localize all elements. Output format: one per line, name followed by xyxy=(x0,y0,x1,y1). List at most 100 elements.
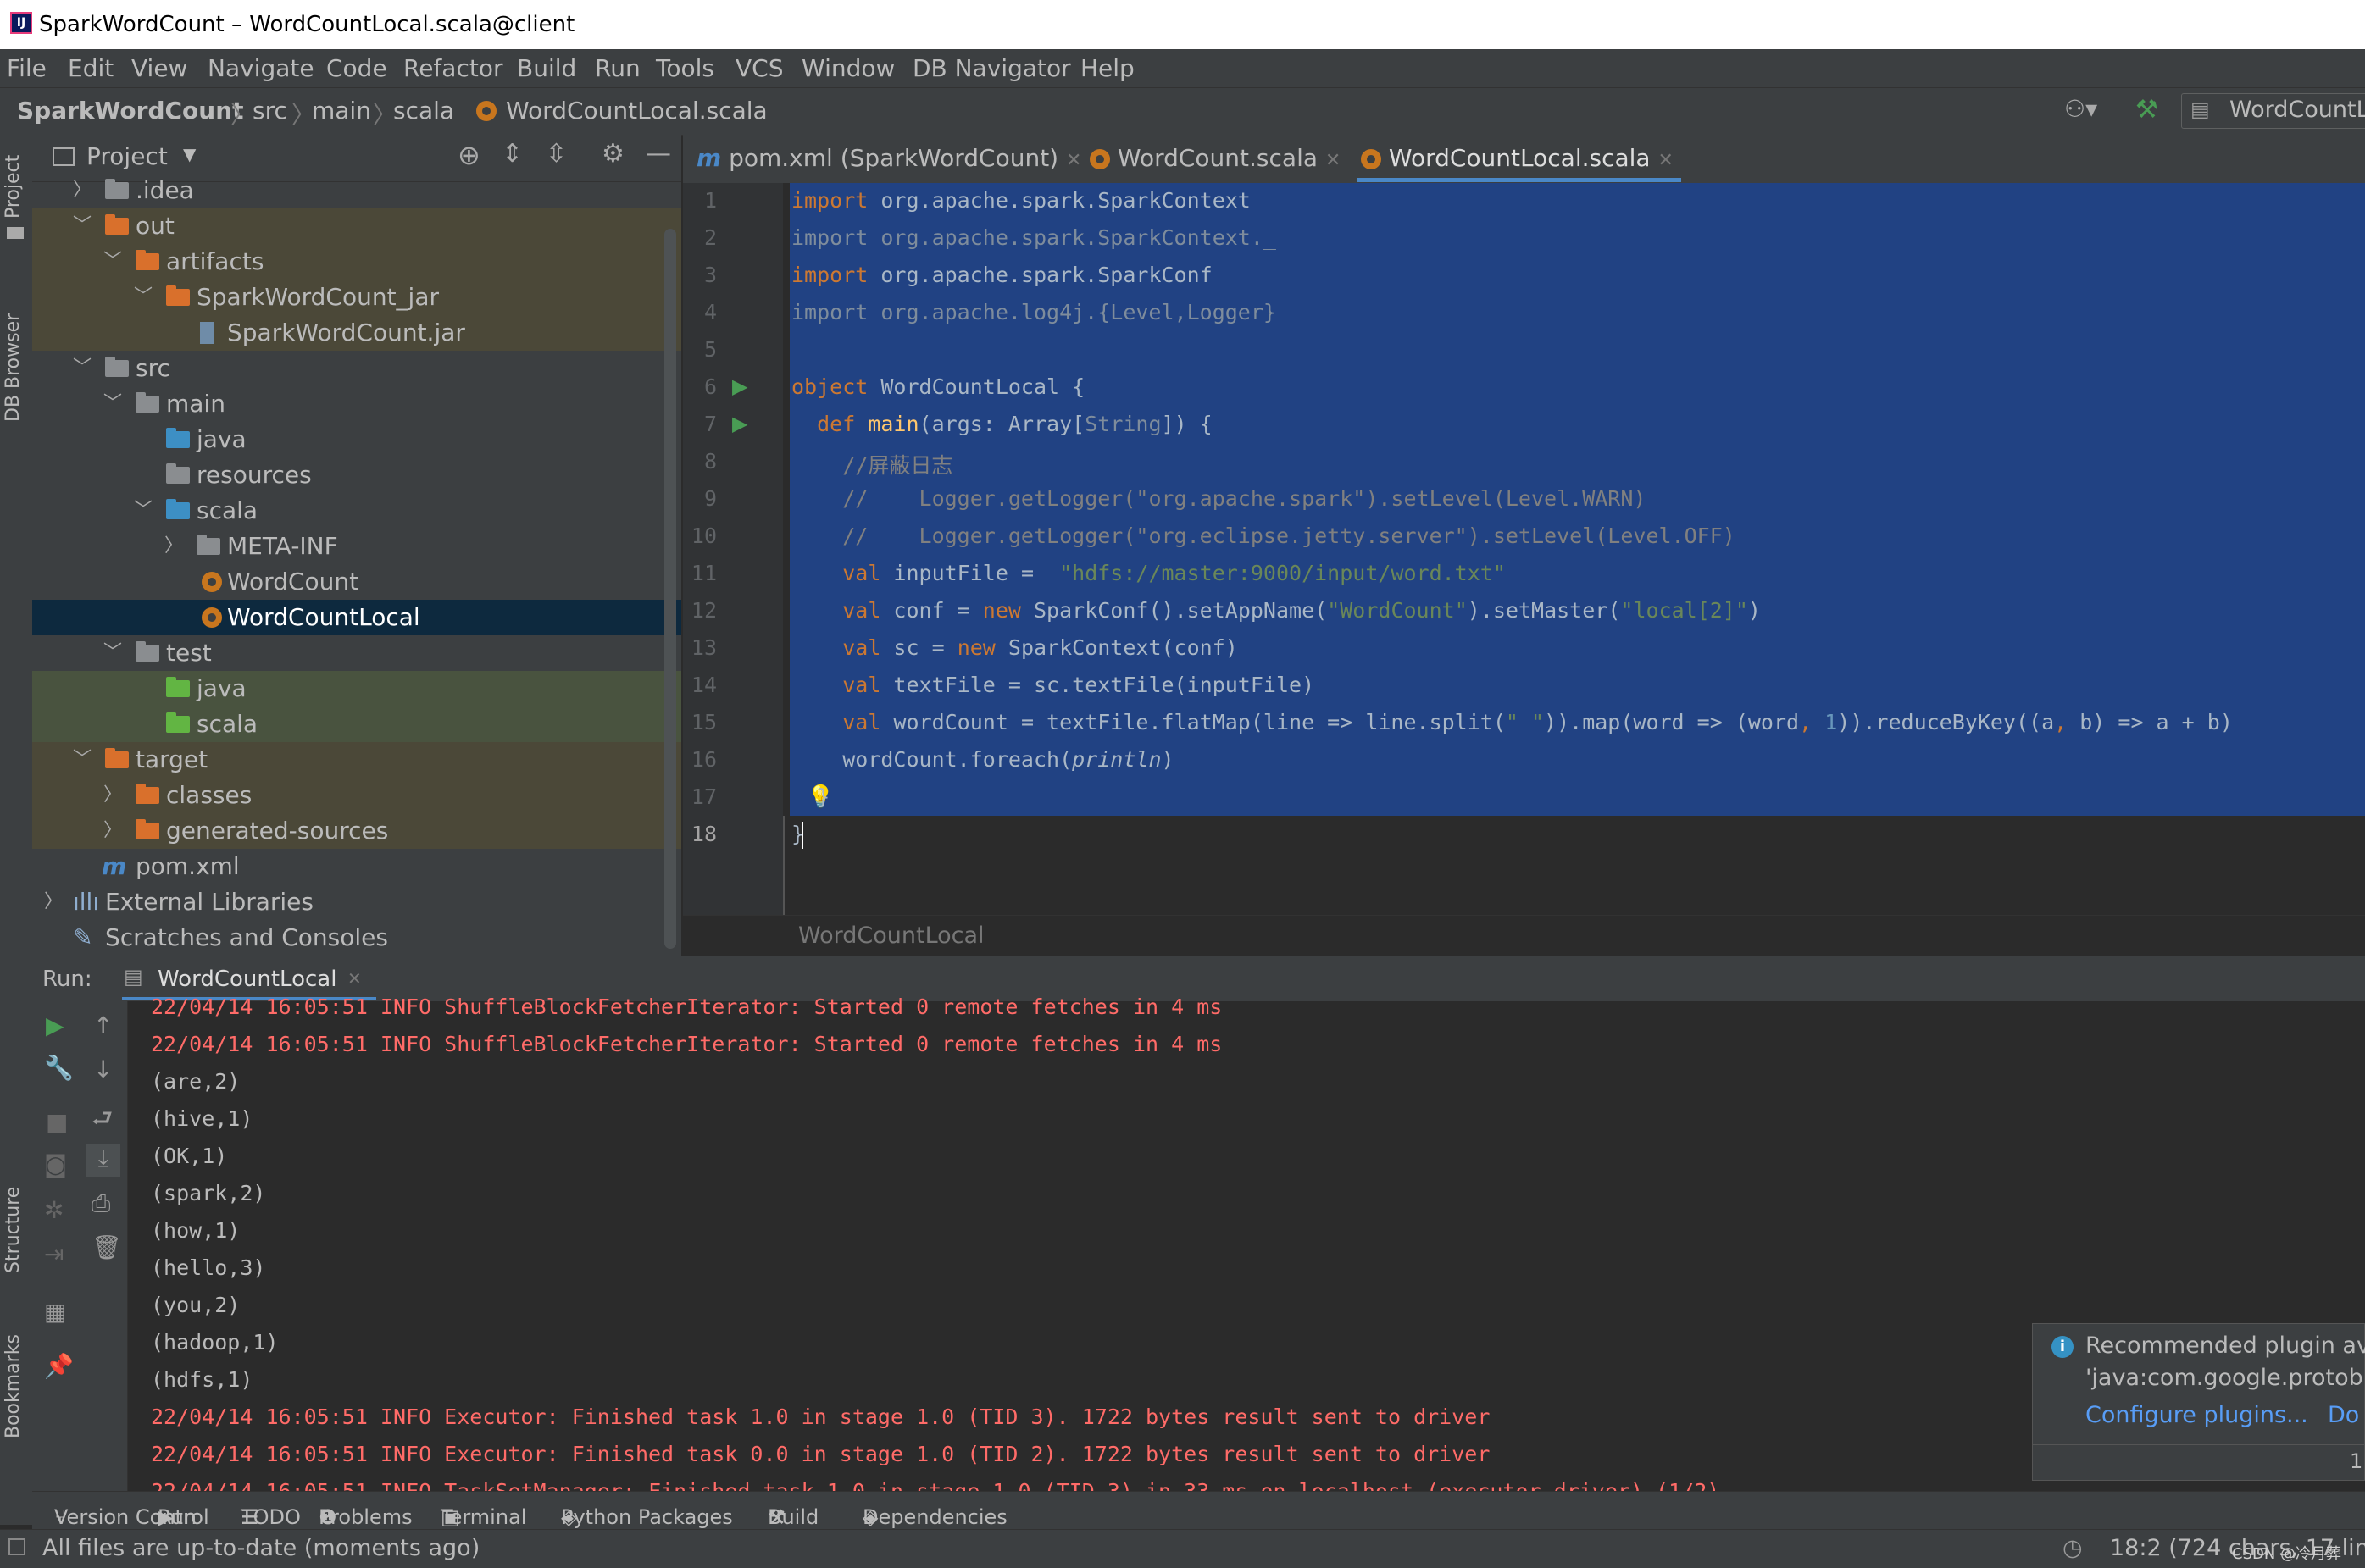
tree-item-sparkwordcount-jar-folder[interactable]: ﹀ SparkWordCount_jar xyxy=(32,280,681,315)
tree-item-generated-sources[interactable]: 〉 generated-sources xyxy=(32,813,681,849)
tree-item-sparkwordcount-jar[interactable]: SparkWordCount.jar xyxy=(32,315,681,351)
menu-tools[interactable]: Tools xyxy=(656,54,714,82)
gear-icon[interactable]: ⚙ xyxy=(602,139,625,169)
clock-icon: ◷ xyxy=(2062,1535,2083,1561)
breadcrumb-scala[interactable]: scala xyxy=(393,97,454,125)
close-icon[interactable]: ✕ xyxy=(1066,150,1081,171)
menu-run[interactable]: Run xyxy=(595,54,641,82)
breadcrumb-main[interactable]: main xyxy=(312,97,371,125)
menu-view[interactable]: View xyxy=(131,54,187,82)
scratches-icon: ✎ xyxy=(73,923,93,951)
project-tool-tab[interactable]: Project xyxy=(3,155,24,219)
menu-navigate[interactable]: Navigate xyxy=(208,54,314,82)
menu-window[interactable]: Window xyxy=(802,54,895,82)
build-hammer-icon[interactable]: ⚒ xyxy=(2135,95,2158,125)
folder-icon xyxy=(136,250,159,270)
tree-item-idea[interactable]: 〉 .idea xyxy=(32,173,681,208)
menu-refactor[interactable]: Refactor xyxy=(403,54,502,82)
collapse-all-icon[interactable]: ⇳ xyxy=(546,139,567,169)
run-config-selector[interactable]: ▤ WordCountL xyxy=(2181,93,2365,129)
menu-code[interactable]: Code xyxy=(326,54,387,82)
stop-icon[interactable]: ■ xyxy=(46,1108,68,1136)
tab-wordcount-scala[interactable]: WordCount.scala ✕ xyxy=(1090,144,1341,172)
breadcrumb-project[interactable]: SparkWordCount xyxy=(17,97,244,125)
tab-wordcountlocal-scala[interactable]: WordCountLocal.scala ✕ xyxy=(1361,144,1674,172)
tree-item-scala[interactable]: ﹀ scala xyxy=(32,493,681,529)
tree-item-src[interactable]: ﹀ src xyxy=(32,351,681,386)
tree-item-resources[interactable]: resources xyxy=(32,457,681,493)
project-view-title[interactable]: Project xyxy=(86,142,168,170)
line-number: 5 xyxy=(703,337,717,362)
db-browser-tool-tab[interactable]: DB Browser xyxy=(3,313,24,422)
hide-icon[interactable]: — xyxy=(646,139,671,169)
locate-target-icon[interactable]: ⊕ xyxy=(458,139,480,171)
window-title: SparkWordCount – WordCountLocal.scala@cl… xyxy=(39,12,575,37)
tree-item-java[interactable]: java xyxy=(32,422,681,457)
folder-icon xyxy=(105,179,129,199)
notification-action-link[interactable]: Do xyxy=(2328,1402,2359,1428)
structure-breadcrumb[interactable]: WordCountLocal xyxy=(798,923,985,949)
configure-plugins-link[interactable]: Configure plugins... xyxy=(2085,1402,2308,1428)
tree-item-out[interactable]: ﹀ out xyxy=(32,208,681,244)
expand-all-icon[interactable]: ⇕ xyxy=(502,139,523,169)
folder-icon xyxy=(136,392,159,413)
tree-item-meta-inf[interactable]: 〉 META-INF xyxy=(32,529,681,564)
tab-pom-xml[interactable]: m pom.xml (SparkWordCount) ✕ xyxy=(697,144,1081,172)
console-line: 22/04/14 16:05:51 INFO Executor: Finishe… xyxy=(151,1442,1491,1466)
rerun-icon[interactable]: ▶ xyxy=(46,1011,64,1039)
breadcrumb-file[interactable]: WordCountLocal.scala xyxy=(506,97,768,125)
tree-item-test-java[interactable]: java xyxy=(32,671,681,706)
trash-icon[interactable]: 🗑 xyxy=(92,1233,122,1261)
breadcrumb-src[interactable]: src xyxy=(253,97,287,125)
folder-icon xyxy=(136,819,159,839)
arrow-down-icon[interactable]: ↓ xyxy=(93,1055,113,1083)
tree-item-external-libraries[interactable]: 〉 ıllı External Libraries xyxy=(32,884,681,920)
console-line: 22/04/14 16:05:51 INFO ShuffleBlockFetch… xyxy=(151,995,1223,1019)
scroll-to-end-icon[interactable]: ⤓ xyxy=(86,1144,120,1177)
tree-item-pom-xml[interactable]: m pom.xml xyxy=(32,849,681,884)
run-config-icon: ▤ xyxy=(124,965,143,989)
menu-build[interactable]: Build xyxy=(517,54,576,82)
console-line: (are,2) xyxy=(151,1069,241,1094)
menu-help[interactable]: Help xyxy=(1080,54,1135,82)
camera-icon[interactable]: ◙ xyxy=(44,1150,67,1178)
status-window-icon[interactable] xyxy=(8,1538,25,1555)
print-icon[interactable]: ⎙ xyxy=(92,1189,110,1218)
tree-item-scratches[interactable]: ✎ Scratches and Consoles xyxy=(32,920,681,956)
tree-item-wordcountlocal[interactable]: WordCountLocal xyxy=(32,600,681,635)
menu-file[interactable]: File xyxy=(7,54,47,82)
run-tab-label[interactable]: WordCountLocal xyxy=(158,967,336,992)
soft-wrap-icon[interactable]: ⮐ xyxy=(92,1101,113,1142)
title-bar: IJ SparkWordCount – WordCountLocal.scala… xyxy=(0,0,2365,49)
tree-item-target[interactable]: ﹀ target xyxy=(32,742,681,778)
user-icon[interactable]: ⚇▾ xyxy=(2064,95,2097,123)
code-line: val inputFile = "hdfs://master:9000/inpu… xyxy=(842,561,1506,585)
tree-item-test-scala[interactable]: scala xyxy=(32,706,681,742)
tree-item-test[interactable]: ﹀ test xyxy=(32,635,681,671)
run-gutter-icon[interactable]: ▶ xyxy=(732,412,747,435)
menu-vcs[interactable]: VCS xyxy=(736,54,783,82)
pin-icon[interactable]: 📌 xyxy=(44,1352,74,1380)
structure-tool-tab[interactable]: Structure xyxy=(3,1187,24,1273)
run-gutter-icon[interactable]: ▶ xyxy=(732,374,747,398)
menu-edit[interactable]: Edit xyxy=(68,54,114,82)
tree-item-main[interactable]: ﹀ main xyxy=(32,386,681,422)
close-icon[interactable]: ✕ xyxy=(1657,150,1673,171)
code-line: val wordCount = textFile.flatMap(line =>… xyxy=(842,710,2233,734)
tree-item-classes[interactable]: 〉 classes xyxy=(32,778,681,813)
close-icon[interactable]: ✕ xyxy=(1325,150,1341,171)
code-line: val textFile = sc.textFile(inputFile) xyxy=(842,673,1315,697)
bookmarks-tool-tab[interactable]: Bookmarks xyxy=(3,1334,24,1438)
arrow-up-icon[interactable]: ↑ xyxy=(93,1011,113,1039)
layout-icon[interactable]: ▦ xyxy=(44,1298,66,1326)
close-icon[interactable]: ✕ xyxy=(347,968,362,989)
chevron-down-icon[interactable]: ▼ xyxy=(183,144,196,164)
code-line: } xyxy=(791,784,830,809)
test-folder-icon xyxy=(166,677,190,697)
tree-item-artifacts[interactable]: ﹀ artifacts xyxy=(32,244,681,280)
exit-icon[interactable]: ⇥ xyxy=(44,1240,64,1268)
wrench-icon[interactable]: 🔧 xyxy=(44,1054,74,1082)
tree-item-wordcount[interactable]: WordCount xyxy=(32,564,681,600)
debug-icon[interactable]: ✲ xyxy=(44,1196,64,1224)
menu-db-navigator[interactable]: DB Navigator xyxy=(913,54,1071,82)
